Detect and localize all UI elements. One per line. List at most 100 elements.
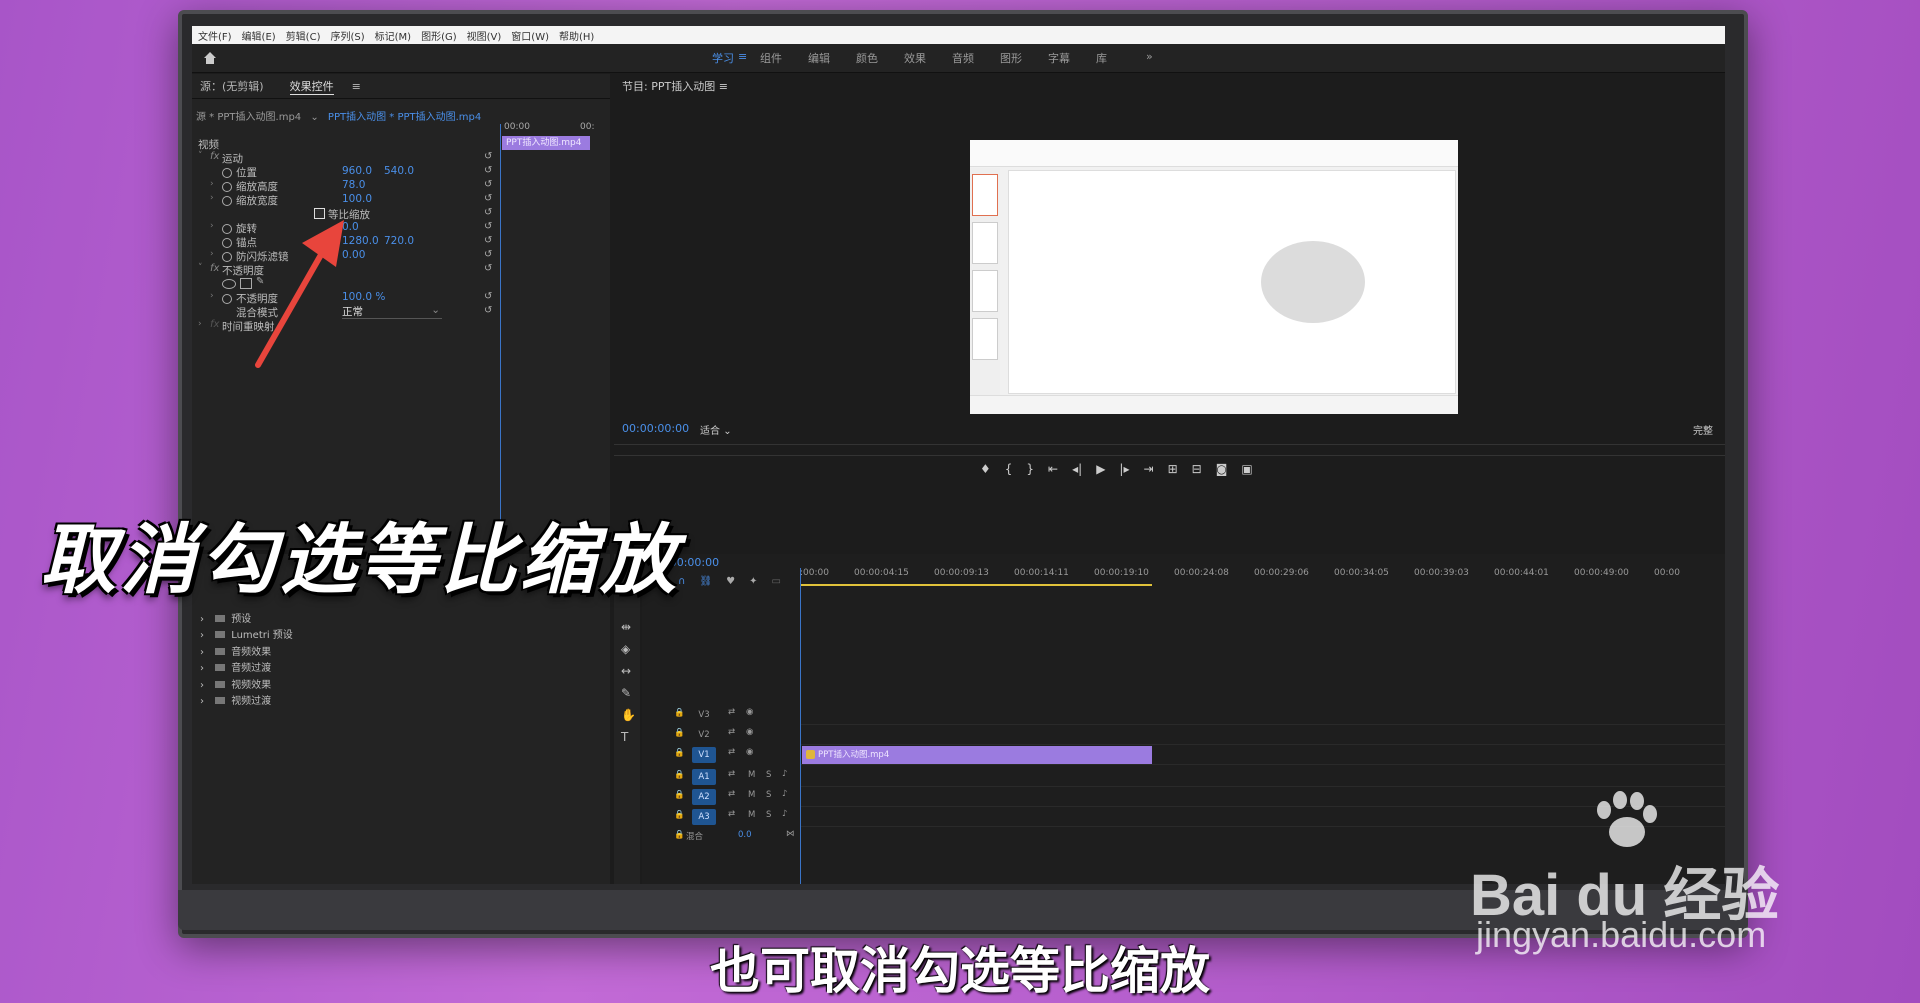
program-scrub-bar[interactable] [614, 444, 1725, 456]
chevron-right-icon[interactable]: › [210, 179, 214, 189]
workspace-learn[interactable]: 学习 [712, 50, 734, 66]
clip-selector[interactable]: 源 * PPT插入动图.mp4 ⌄ PPT插入动图 * PPT插入动图.mp4 [196, 108, 481, 123]
hand-tool-icon[interactable]: ✋ [621, 704, 636, 726]
list-item[interactable]: › 视频过渡 [200, 694, 293, 710]
mute-icon[interactable]: M [748, 770, 755, 780]
lock-icon[interactable]: 🔒 [674, 748, 685, 758]
ripple-edit-tool-icon[interactable]: ⇹ [621, 616, 636, 638]
list-item[interactable]: › 预设 [200, 612, 293, 628]
video-clip[interactable]: PPT插入动图.mp4 [802, 746, 1152, 764]
wrench-icon[interactable]: ✦ [749, 576, 757, 587]
stopwatch-icon[interactable] [222, 224, 232, 234]
stopwatch-icon[interactable] [222, 196, 232, 206]
play-icon[interactable]: ▶ [1096, 462, 1105, 476]
mini-timeline-clip[interactable]: PPT插入动图.mp4 [502, 136, 590, 150]
lock-icon[interactable]: 🔒 [674, 770, 685, 780]
reset-icon[interactable]: ↺ [484, 151, 492, 162]
button-editor-icon[interactable]: ▣ [1241, 462, 1252, 476]
workspace-editing[interactable]: 编辑 [808, 50, 830, 66]
workspace-menu-icon[interactable]: ≡ [738, 50, 747, 63]
work-area-bar[interactable] [800, 584, 1152, 586]
quality-select[interactable]: 完整 [1693, 422, 1713, 437]
microphone-icon[interactable]: ♪ [782, 789, 787, 799]
track-lane-a2[interactable] [800, 788, 1725, 807]
workspace-color[interactable]: 颜色 [856, 50, 878, 66]
fit-select[interactable]: 适合 ⌄ [700, 422, 732, 437]
workspace-captions[interactable]: 字幕 [1048, 50, 1070, 66]
marker-icon[interactable]: ♦ [980, 462, 991, 476]
playhead[interactable] [800, 568, 801, 884]
extract-icon[interactable]: ⊟ [1192, 462, 1202, 476]
chevron-down-icon[interactable]: ˅ [198, 151, 203, 161]
solo-icon[interactable]: S [766, 810, 771, 820]
microphone-icon[interactable]: ♪ [782, 809, 787, 819]
bowtie-icon[interactable]: ⋈ [786, 829, 795, 839]
microphone-icon[interactable]: ♪ [782, 769, 787, 779]
workspace-assembly[interactable]: 组件 [760, 50, 782, 66]
lift-icon[interactable]: ⊞ [1168, 462, 1178, 476]
menu-graphics[interactable]: 图形(G) [421, 28, 457, 43]
track-lane-a3[interactable] [800, 808, 1725, 827]
track-name[interactable]: V1 [692, 747, 716, 763]
sync-lock-icon[interactable]: ⇄ [728, 809, 735, 819]
lock-icon[interactable]: 🔒 [674, 790, 685, 800]
reset-icon[interactable]: ↺ [484, 235, 492, 246]
razor-tool-icon[interactable]: ◈ [621, 638, 636, 660]
mute-icon[interactable]: M [748, 810, 755, 820]
eye-icon[interactable]: ◉ [746, 727, 753, 737]
track-name[interactable]: A2 [692, 789, 716, 805]
chevron-right-icon[interactable]: › [210, 291, 214, 301]
home-icon[interactable] [202, 50, 218, 66]
add-marker-icon[interactable]: ♥ [726, 576, 735, 587]
list-item[interactable]: › 视频效果 [200, 678, 293, 694]
menu-view[interactable]: 视图(V) [467, 28, 502, 43]
slip-tool-icon[interactable]: ↔ [621, 660, 636, 682]
sync-lock-icon[interactable]: ⇄ [728, 707, 735, 717]
track-lane-a1[interactable] [800, 768, 1725, 787]
reset-icon[interactable]: ↺ [484, 179, 492, 190]
list-item[interactable]: › Lumetri 预设 [200, 628, 293, 644]
panel-menu-icon[interactable]: ≡ [352, 80, 361, 93]
step-back-icon[interactable]: ◂| [1072, 462, 1082, 476]
menu-edit[interactable]: 编辑(E) [242, 28, 276, 43]
track-name[interactable]: V2 [692, 727, 716, 743]
stopwatch-icon[interactable] [222, 252, 232, 262]
mark-in-icon[interactable]: { [1005, 462, 1013, 476]
lock-icon[interactable]: 🔒 [674, 830, 685, 840]
reset-icon[interactable]: ↺ [484, 193, 492, 204]
track-lane-v2[interactable] [800, 726, 1725, 745]
sync-lock-icon[interactable]: ⇄ [728, 727, 735, 737]
reset-icon[interactable]: ↺ [484, 249, 492, 260]
lock-icon[interactable]: 🔒 [674, 708, 685, 718]
chevron-right-icon[interactable]: › [210, 221, 214, 231]
workspace-graphics[interactable]: 图形 [1000, 50, 1022, 66]
chevron-right-icon[interactable]: › [210, 249, 214, 259]
menu-window[interactable]: 窗口(W) [511, 28, 549, 43]
pen-tool-icon[interactable]: ✎ [621, 682, 636, 704]
mark-out-icon[interactable]: } [1026, 462, 1034, 476]
scale-width-value[interactable]: 100.0 [342, 193, 372, 205]
linked-selection-icon[interactable]: ⛓ [699, 576, 712, 587]
tab-effect-controls[interactable]: 效果控件 [289, 78, 334, 95]
sync-lock-icon[interactable]: ⇄ [728, 747, 735, 757]
track-name[interactable]: V3 [692, 707, 716, 723]
solo-icon[interactable]: S [766, 770, 771, 780]
reset-icon[interactable]: ↺ [484, 305, 492, 316]
lock-icon[interactable]: 🔒 [674, 728, 685, 738]
chevron-right-icon[interactable]: › [210, 193, 214, 203]
type-tool-icon[interactable]: T [621, 726, 636, 748]
step-forward-icon[interactable]: |▸ [1119, 462, 1129, 476]
camera-icon[interactable]: ◙ [1216, 462, 1228, 476]
stopwatch-icon[interactable] [222, 168, 232, 178]
panel-menu-icon[interactable]: ≡ [719, 80, 728, 93]
workspace-effects[interactable]: 效果 [904, 50, 926, 66]
ellipse-mask-icon[interactable] [222, 279, 236, 289]
mute-icon[interactable]: M [748, 790, 755, 800]
tab-source[interactable]: 源：(无剪辑) [200, 78, 264, 94]
menu-help[interactable]: 帮助(H) [559, 28, 594, 43]
list-item[interactable]: › 音频效果 [200, 645, 293, 661]
position-y-value[interactable]: 540.0 [384, 165, 414, 177]
chevron-right-icon[interactable]: › [198, 319, 202, 329]
scale-height-value[interactable]: 78.0 [342, 179, 365, 191]
anchor-y-value[interactable]: 720.0 [384, 235, 414, 247]
